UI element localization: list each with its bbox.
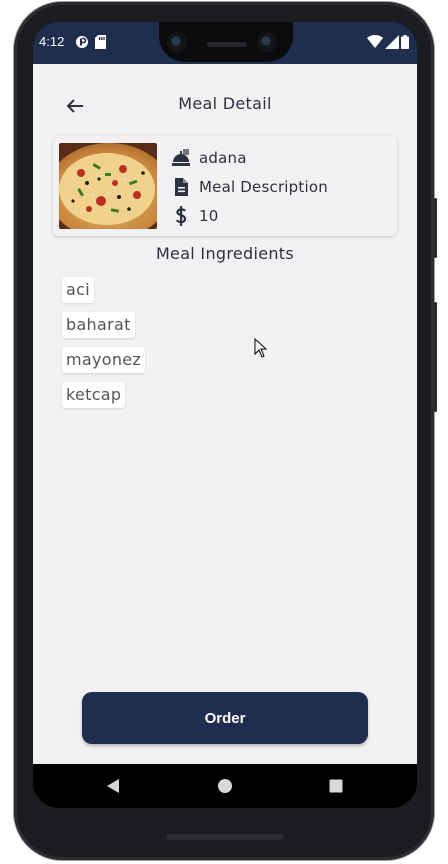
battery-icon bbox=[401, 35, 409, 49]
meal-info-card: adana Meal Description 10 bbox=[53, 136, 397, 236]
ingredient-chip: aci bbox=[62, 277, 94, 303]
meal-name-row: adana bbox=[171, 146, 247, 170]
wifi-icon bbox=[367, 35, 383, 48]
status-bar: 4:12 bbox=[33, 22, 417, 64]
meal-name: adana bbox=[199, 149, 247, 167]
power-button bbox=[434, 198, 437, 258]
front-camera-left bbox=[167, 32, 187, 52]
meal-detail-screen: Meal Detail adana Meal Description 10 Me… bbox=[33, 64, 417, 764]
meal-description-row: Meal Description bbox=[171, 175, 328, 199]
front-camera-right bbox=[257, 32, 277, 52]
phone-screen: 4:12 Meal Detail adana Meal Description … bbox=[33, 22, 417, 808]
volume-button bbox=[434, 302, 437, 412]
order-button[interactable]: Order bbox=[82, 692, 368, 744]
ingredients-title: Meal Ingredients bbox=[155, 244, 295, 263]
ingredient-chip: baharat bbox=[62, 312, 135, 338]
system-nav-bar bbox=[33, 764, 417, 808]
meal-price: 10 bbox=[199, 207, 219, 225]
sync-icon bbox=[76, 36, 88, 48]
ingredient-chip: mayonez bbox=[62, 347, 146, 373]
dollar-icon bbox=[175, 206, 187, 226]
triangle-back-icon[interactable] bbox=[105, 778, 121, 794]
status-time: 4:12 bbox=[39, 34, 65, 49]
food-icon bbox=[172, 149, 190, 166]
square-recents-icon[interactable] bbox=[328, 778, 344, 794]
mouse-pointer-icon bbox=[254, 338, 268, 358]
page-title: Meal Detail bbox=[178, 94, 272, 113]
ingredient-chip: ketcap bbox=[62, 382, 126, 408]
meal-image bbox=[59, 143, 157, 229]
document-icon bbox=[175, 178, 188, 196]
circle-home-icon[interactable] bbox=[217, 778, 233, 794]
signal-icon bbox=[385, 35, 399, 49]
sd-card-icon bbox=[95, 35, 106, 49]
earpiece-speaker bbox=[207, 42, 247, 47]
meal-description: Meal Description bbox=[199, 178, 328, 196]
meal-price-row: 10 bbox=[171, 204, 219, 228]
bottom-speaker bbox=[166, 834, 284, 840]
camera-notch bbox=[159, 22, 293, 62]
